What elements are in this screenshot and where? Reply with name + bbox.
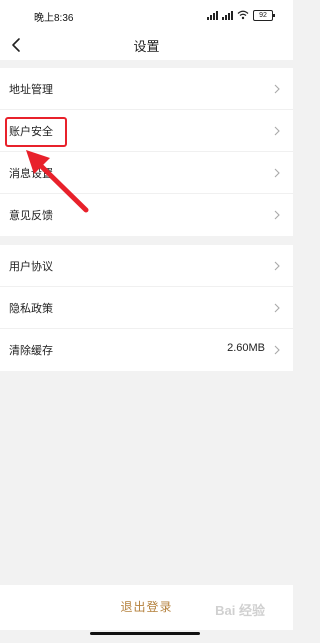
chevron-right-icon bbox=[274, 303, 280, 313]
home-indicator bbox=[90, 632, 200, 635]
settings-group-1: 地址管理 账户安全 消息设置 意见反馈 bbox=[0, 68, 293, 236]
row-label: 用户协议 bbox=[9, 260, 53, 273]
chevron-right-icon bbox=[274, 126, 280, 136]
row-label: 清除缓存 bbox=[9, 344, 53, 357]
wifi-icon bbox=[237, 10, 249, 20]
chevron-right-icon bbox=[274, 168, 280, 178]
chevron-right-icon bbox=[274, 261, 280, 271]
signal-icon bbox=[207, 10, 218, 20]
status-icons: 92 bbox=[207, 9, 275, 21]
annotation-highlight-box bbox=[5, 117, 67, 147]
row-label: 隐私政策 bbox=[9, 302, 53, 315]
chevron-right-icon bbox=[274, 84, 280, 94]
status-bar: 晚上8:36 92 bbox=[0, 0, 293, 30]
signal-icon-2 bbox=[222, 10, 233, 20]
row-label: 消息设置 bbox=[9, 167, 53, 180]
chevron-right-icon bbox=[274, 345, 280, 355]
row-label: 意见反馈 bbox=[9, 209, 53, 222]
settings-row-clear-cache[interactable]: 清除缓存 2.60MB bbox=[0, 329, 293, 371]
settings-row-user-agreement[interactable]: 用户协议 bbox=[0, 245, 293, 287]
settings-group-2: 用户协议 隐私政策 清除缓存 2.60MB bbox=[0, 245, 293, 371]
row-label: 地址管理 bbox=[9, 83, 53, 96]
page-title: 设置 bbox=[133, 40, 160, 55]
status-time: 晚上8:36 bbox=[34, 13, 74, 24]
settings-row-feedback[interactable]: 意见反馈 bbox=[0, 194, 293, 236]
settings-row-message[interactable]: 消息设置 bbox=[0, 152, 293, 194]
battery-icon: 92 bbox=[253, 9, 275, 21]
settings-row-address[interactable]: 地址管理 bbox=[0, 68, 293, 110]
chevron-right-icon bbox=[274, 210, 280, 220]
watermark: Bai 经验 bbox=[215, 603, 265, 618]
cache-size-value: 2.60MB bbox=[227, 342, 265, 354]
nav-bar: 设置 bbox=[0, 30, 293, 60]
settings-row-privacy-policy[interactable]: 隐私政策 bbox=[0, 287, 293, 329]
